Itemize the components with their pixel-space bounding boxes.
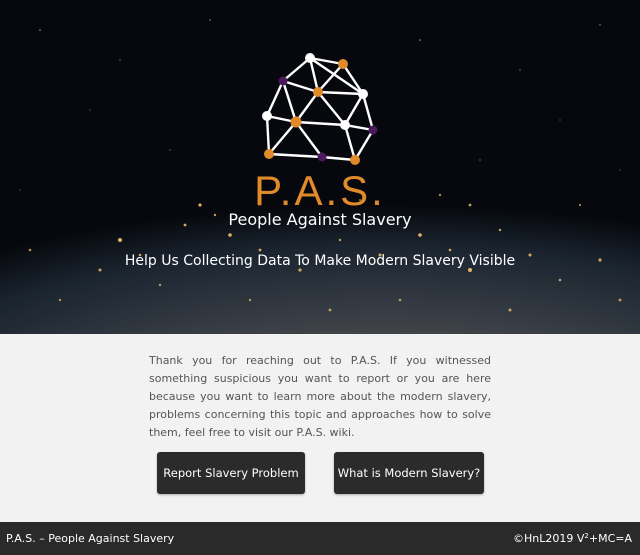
footer-copyright: ©HnL2019 V2+MC=A xyxy=(513,532,632,545)
hero-banner: P.A.S. People Against Slavery Help Us Co… xyxy=(0,0,640,334)
hero-tagline: Help Us Collecting Data To Make Modern S… xyxy=(124,253,516,269)
brand-subtitle: People Against Slavery xyxy=(228,210,412,229)
brand-title: P.A.S. xyxy=(254,167,386,214)
copyright-suffix: +MC=A xyxy=(588,532,632,545)
copyright-prefix: ©HnL2019 V xyxy=(513,532,585,545)
footer: P.A.S. – People Against Slavery ©HnL2019… xyxy=(0,522,640,555)
report-slavery-button[interactable]: Report Slavery Problem xyxy=(157,452,305,494)
what-is-modern-slavery-button[interactable]: What is Modern Slavery? xyxy=(334,452,484,494)
network-globe-icon xyxy=(262,53,378,165)
footer-brand: P.A.S. – People Against Slavery xyxy=(6,532,175,545)
intro-text: Thank you for reaching out to P.A.S. If … xyxy=(149,354,491,439)
